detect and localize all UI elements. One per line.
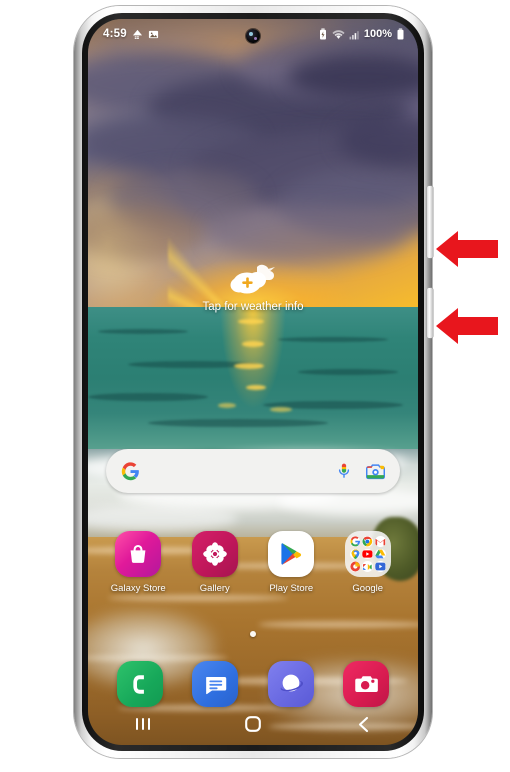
power-button-arrow <box>436 305 498 352</box>
home-button[interactable] <box>231 709 275 739</box>
gallery-icon <box>191 531 238 577</box>
back-chevron-icon <box>358 716 368 732</box>
volume-button-arrow <box>436 228 498 275</box>
google-folder-icon <box>344 531 391 577</box>
status-bar-right: 100% <box>318 28 405 40</box>
mini-photos-icon <box>349 561 361 572</box>
battery-saver-icon <box>319 28 326 40</box>
recents-icon <box>136 718 150 730</box>
page-dot-active[interactable] <box>250 631 256 637</box>
mini-drive-icon <box>375 548 386 560</box>
battery-icon <box>397 28 404 40</box>
image-icon <box>148 30 158 38</box>
cloud-plus-icon <box>230 259 276 297</box>
network-quality-icon <box>132 29 142 39</box>
mini-chrome-icon <box>362 536 374 547</box>
wallpaper-sea <box>88 307 418 449</box>
navigation-bar <box>88 703 418 745</box>
mini-google-icon <box>349 536 361 547</box>
front-camera-punch-hole <box>246 29 260 43</box>
google-g-icon <box>121 461 140 481</box>
back-button[interactable] <box>341 709 385 739</box>
app-label: Galaxy Store <box>110 583 166 594</box>
status-bar-left: 4:59 <box>103 28 159 40</box>
app-label: Google <box>352 583 384 594</box>
power-button[interactable] <box>427 288 433 338</box>
google-lens-camera-icon[interactable] <box>366 463 385 480</box>
signal-icon <box>349 30 359 39</box>
phone-screen[interactable]: 4:59 100% Tap for weather info Galaxy St… <box>88 19 418 745</box>
app-label: Play Store <box>269 583 314 594</box>
wifi-icon <box>332 29 345 39</box>
play-store-icon <box>268 531 315 577</box>
dock-samsung-internet-icon[interactable] <box>267 661 314 707</box>
weather-widget-label: Tap for weather info <box>202 301 304 313</box>
microphone-icon[interactable] <box>336 462 352 480</box>
weather-widget[interactable]: Tap for weather info <box>88 259 418 313</box>
home-page-indicator[interactable] <box>88 631 418 637</box>
mini-youtube-music-icon <box>375 561 386 572</box>
status-clock: 4:59 <box>103 28 127 40</box>
mini-maps-icon <box>349 548 361 560</box>
app-galaxy-store[interactable]: Galaxy Store <box>107 531 169 594</box>
dock-messages-icon[interactable] <box>192 661 239 707</box>
dock-camera-icon[interactable] <box>343 661 390 707</box>
dock <box>88 661 418 707</box>
app-label: Gallery <box>199 583 230 594</box>
recents-button[interactable] <box>121 709 165 739</box>
volume-button[interactable] <box>427 186 433 258</box>
mini-gmail-icon <box>375 536 386 547</box>
app-gallery[interactable]: Gallery <box>184 531 246 594</box>
app-grid: Galaxy Store Gallery Play Store Google <box>88 531 418 594</box>
galaxy-store-icon <box>115 531 162 577</box>
app-play-store[interactable]: Play Store <box>260 531 322 594</box>
mini-meet-icon <box>362 561 374 572</box>
google-search-bar[interactable] <box>106 449 400 493</box>
battery-percentage: 100% <box>363 28 392 40</box>
home-circle-icon <box>245 716 261 732</box>
mini-youtube-icon <box>362 548 374 560</box>
app-folder-google[interactable]: Google <box>337 531 399 594</box>
dock-phone-icon[interactable] <box>116 661 163 707</box>
